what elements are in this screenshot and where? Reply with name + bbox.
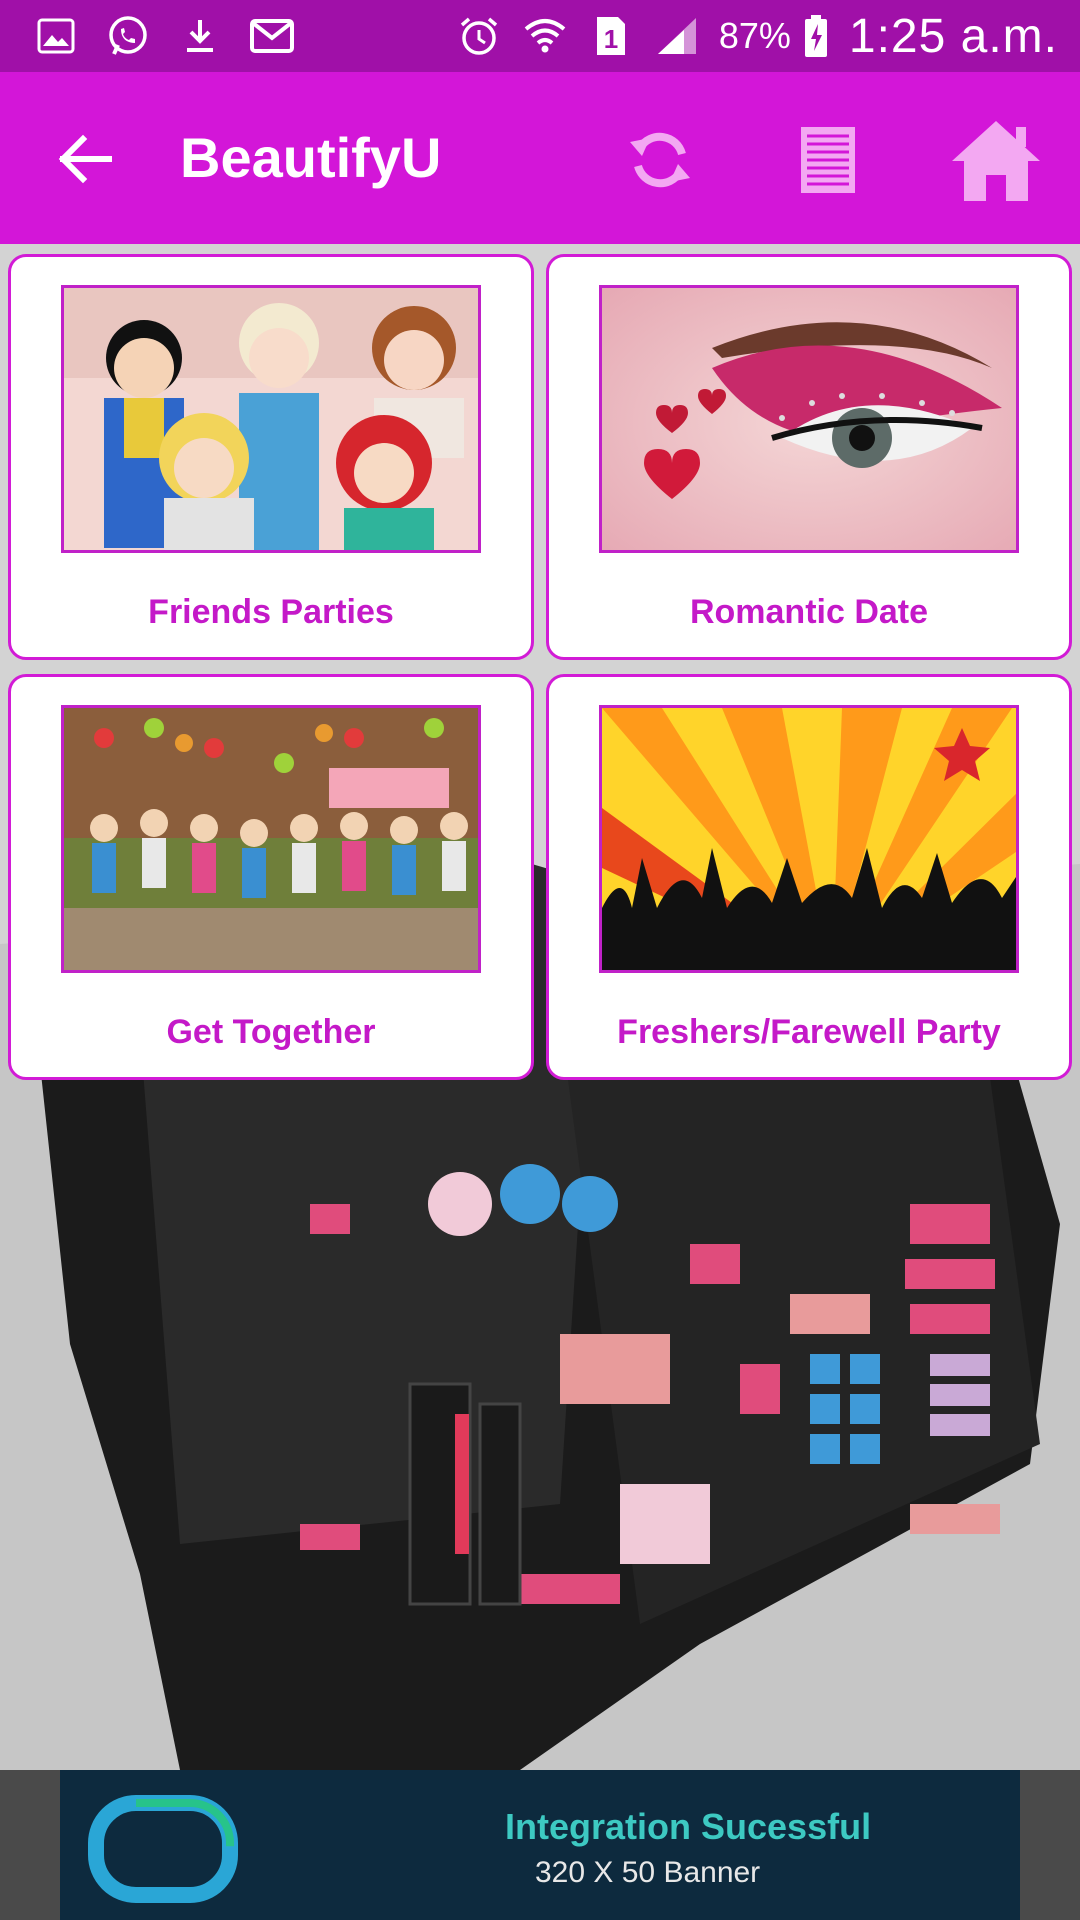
wifi-icon bbox=[521, 12, 569, 60]
ad-title: Integration Sucessful bbox=[505, 1806, 872, 1847]
category-label: Get Together bbox=[166, 1013, 376, 1051]
refresh-icon bbox=[630, 132, 690, 188]
category-card-romantic-date[interactable]: Romantic Date bbox=[546, 254, 1072, 660]
notification-icons bbox=[32, 12, 320, 60]
category-label: Romantic Date bbox=[689, 593, 929, 631]
list-icon bbox=[801, 127, 855, 193]
app-bar: BeautifyU bbox=[0, 72, 1080, 244]
romantic-date-image bbox=[599, 285, 1019, 553]
category-label: Friends Parties bbox=[148, 593, 394, 631]
signal-icon bbox=[653, 12, 701, 60]
ad-subtitle: 320 X 50 Banner bbox=[535, 1856, 761, 1889]
ad-logo-icon bbox=[88, 1795, 238, 1903]
sim-icon: 1 bbox=[587, 12, 635, 60]
battery-charging-icon bbox=[801, 12, 831, 60]
gallery-icon bbox=[32, 12, 80, 60]
category-grid: Friends Parties Romantic Date Get Togeth… bbox=[8, 254, 1072, 1080]
category-card-get-together[interactable]: Get Together bbox=[8, 674, 534, 1080]
gmail-icon bbox=[248, 12, 296, 60]
system-status: 1 87% 1:25 a.m. bbox=[455, 9, 1058, 64]
alarm-icon bbox=[455, 12, 503, 60]
list-button[interactable] bbox=[780, 112, 876, 208]
category-card-friends-parties[interactable]: Friends Parties bbox=[8, 254, 534, 660]
clock: 1:25 a.m. bbox=[848, 9, 1058, 63]
get-together-image bbox=[61, 705, 481, 973]
category-label: Freshers/Farewell Party bbox=[617, 1013, 1001, 1051]
app-title: BeautifyU bbox=[180, 126, 442, 189]
category-card-freshers-farewell-party[interactable]: Freshers/Farewell Party bbox=[546, 674, 1072, 1080]
sim-slot-number: 1 bbox=[604, 24, 618, 54]
refresh-button[interactable] bbox=[612, 112, 708, 208]
friends-parties-image bbox=[61, 285, 481, 553]
home-button[interactable] bbox=[948, 112, 1044, 208]
back-arrow-icon bbox=[58, 134, 112, 184]
home-icon bbox=[952, 121, 1040, 201]
download-icon bbox=[176, 12, 224, 60]
ad-banner[interactable]: Integration Sucessful 320 X 50 Banner bbox=[60, 1770, 1020, 1920]
battery-percent: 87% bbox=[718, 15, 791, 56]
whatsapp-icon bbox=[104, 12, 152, 60]
back-button[interactable] bbox=[50, 124, 120, 194]
status-bar: 1 87% 1:25 a.m. bbox=[0, 0, 1080, 72]
freshers-farewell-party-image bbox=[599, 705, 1019, 973]
